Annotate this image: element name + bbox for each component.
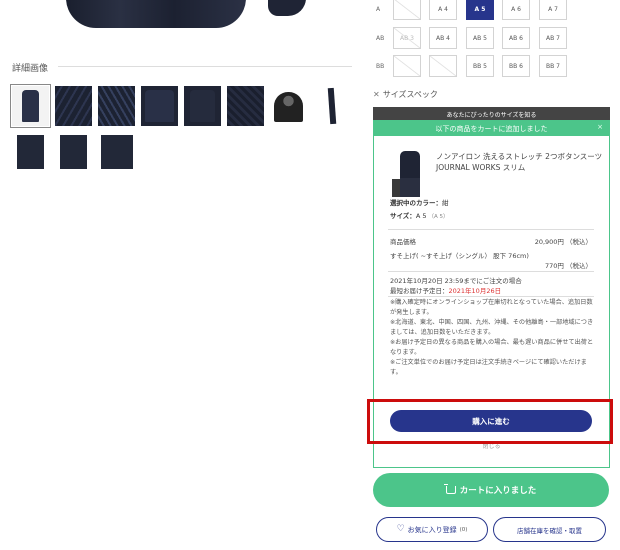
earliest-label: 最短お届け予定日： (390, 287, 449, 295)
divider (388, 229, 594, 230)
section-divider (58, 66, 352, 67)
size-cell[interactable] (393, 0, 421, 20)
thumbnail-8[interactable] (313, 86, 350, 126)
size-cell[interactable]: A 5 (466, 0, 494, 20)
product-name: ノンアイロン 洗えるストレッチ 2つボタンスーツ JOURNAL WORKS ス… (436, 152, 603, 172)
product-thumbnail (392, 151, 424, 197)
size-cell[interactable] (429, 55, 457, 77)
price-value: 20,900円 （税込） (534, 238, 592, 246)
price-row: 商品価格 20,900円 （税込） (390, 236, 592, 246)
hem-value: 770円 （税込） (545, 262, 592, 270)
size-row-label: BB (376, 63, 385, 70)
cart-icon (443, 484, 456, 494)
size-cell[interactable]: AB 3 (393, 27, 421, 49)
modal-title: 以下の商品をカートに追加しました (435, 124, 548, 133)
earliest-date: 2021年10月26日 (448, 287, 502, 295)
suit-jacket-graphic (66, 0, 246, 28)
size-cell[interactable]: AB 6 (502, 27, 530, 49)
thumbnail-3[interactable] (98, 86, 135, 126)
size-cell[interactable]: AB 5 (466, 27, 494, 49)
favorite-button[interactable]: ♡ お気に入り登録 (0) (376, 517, 488, 542)
size-cell[interactable]: AB 4 (429, 27, 457, 49)
size-spec-toggle[interactable]: ✕ サイズスペック (373, 89, 438, 100)
thumbnail-9[interactable] (12, 131, 49, 171)
highlight-box (367, 399, 613, 444)
selected-size: サイズ：A 5 （A 5） (390, 210, 449, 220)
favorite-label: お気に入り登録 (407, 525, 457, 534)
store-stock-button[interactable]: 店舗在庫を確認・取置 (493, 517, 606, 542)
price-label: 商品価格 (390, 238, 416, 246)
thumbnail-5[interactable] (184, 86, 221, 126)
thumbnail-11[interactable] (98, 131, 135, 171)
size-cell[interactable]: BB 7 (539, 55, 567, 77)
color-label: 選択中のカラー： (390, 199, 442, 207)
modal-close-icon[interactable]: × (597, 123, 603, 131)
hem-label: すそ上げ( ~すそ上げ（シングル） 股下 76cm) (390, 252, 529, 260)
divider (388, 296, 594, 297)
detail-images-title: 詳細画像 (12, 64, 49, 74)
size-value: A 5 (415, 212, 427, 220)
thumbnail-1[interactable] (10, 84, 51, 128)
hem-price-row: 770円 （税込） (390, 260, 592, 270)
selected-color: 選択中のカラー：紺 (390, 197, 449, 207)
thumbnail-2[interactable] (55, 86, 92, 126)
fit-finder-bar[interactable]: あなたにぴったりのサイズを知る (373, 107, 610, 121)
close-icon: ✕ (373, 90, 380, 99)
size-cell[interactable]: A 7 (539, 0, 567, 20)
delivery-info: 2021年10月20日 23:59までにご注文の場合 最短お届け予定日：2021… (390, 276, 596, 296)
size-row-label: A (376, 6, 381, 13)
size-cell[interactable]: BB 6 (502, 55, 530, 77)
heart-icon: ♡ (396, 524, 405, 534)
thumbnail-7[interactable] (270, 86, 307, 126)
size-row-label: AB (376, 35, 385, 42)
order-deadline: 2021年10月20日 23:59までにご注文の場合 (390, 277, 522, 285)
thumbnail-10[interactable] (55, 131, 92, 171)
size-spec-label: サイズスペック (382, 90, 438, 99)
size-cell[interactable]: A 4 (429, 0, 457, 20)
delivery-notes: ※購入確定時にオンラインショップ在庫切れとなっていた場合、追加日数が発生します。… (390, 299, 594, 376)
hem-row: すそ上げ( ~すそ上げ（シングル） 股下 76cm) (390, 250, 592, 260)
size-cell[interactable]: A 6 (502, 0, 530, 20)
size-sub: （A 5） (428, 214, 449, 220)
color-value: 紺 (442, 199, 449, 207)
favorite-count: (0) (459, 526, 468, 533)
added-to-cart-button[interactable]: カートに入りました (373, 473, 609, 507)
size-label: サイズ： (390, 212, 416, 220)
product-main-image (58, 0, 308, 30)
size-cell[interactable]: AB 7 (539, 27, 567, 49)
cart-button-label: カートに入りました (459, 486, 537, 496)
thumbnail-6[interactable] (227, 86, 264, 126)
thumbnail-4[interactable] (141, 86, 178, 126)
suit-sleeve-graphic (268, 0, 306, 16)
size-cell[interactable]: BB 5 (466, 55, 494, 77)
modal-header: 以下の商品をカートに追加しました × (374, 121, 609, 136)
size-cell[interactable] (393, 55, 421, 77)
divider (388, 271, 594, 272)
